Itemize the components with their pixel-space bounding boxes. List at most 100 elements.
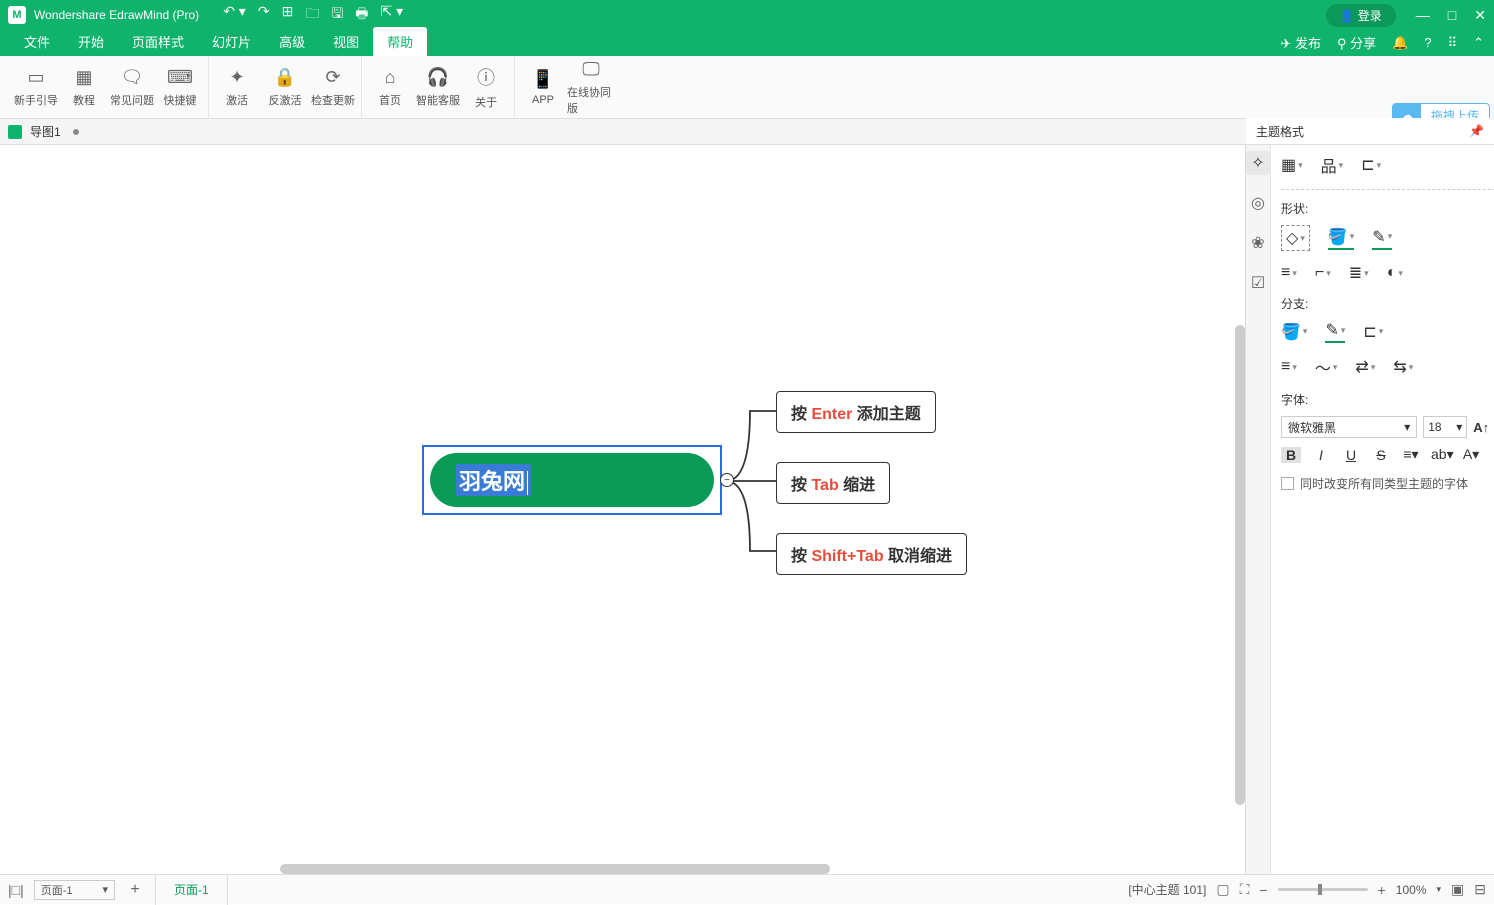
root-node-text[interactable]: 羽兔网 (456, 464, 531, 496)
menu-file[interactable]: 文件 (10, 27, 64, 56)
ribbon-deactivate[interactable]: 🔒反激活 (261, 59, 309, 115)
more-icon[interactable]: ⠿ (1448, 35, 1458, 51)
line-weight[interactable]: ≡▾ (1281, 264, 1297, 282)
branch-connector[interactable]: ⊏▾ (1363, 322, 1383, 342)
line-style[interactable]: ≣▾ (1349, 263, 1369, 283)
italic-button[interactable]: I (1311, 447, 1331, 463)
export-icon[interactable]: ⇱ ▾ (380, 3, 403, 27)
shape-select[interactable]: ◇▾ (1281, 225, 1310, 251)
layout-tool[interactable]: ▦▾ (1281, 155, 1303, 175)
menu-start[interactable]: 开始 (64, 27, 118, 56)
save-icon[interactable]: 🖫 (331, 3, 343, 27)
underline-button[interactable]: U (1341, 447, 1361, 463)
fit-icon[interactable]: ⛶ (1240, 881, 1250, 898)
pen-icon: ✎ (1325, 320, 1338, 340)
share-button[interactable]: ⚲ 分享 (1337, 33, 1376, 52)
ribbon-shortcut[interactable]: ⌨快捷键 (156, 59, 204, 115)
doc-icon (8, 125, 22, 139)
shadow-icon: ◐ (1387, 264, 1397, 282)
unsaved-dot-icon (73, 129, 79, 135)
fontcolor-button[interactable]: A▾ (1461, 446, 1481, 463)
publish-button[interactable]: ✈ 发布 (1280, 33, 1321, 52)
titlebar: M Wondershare EdrawMind (Pro) ↶ ▾ ↷ ⊞ 🗀 … (0, 0, 1494, 30)
redo-icon[interactable]: ↷ (258, 3, 270, 27)
ribbon-update[interactable]: ⟳检查更新 (309, 59, 357, 115)
font-family-select[interactable]: 微软雅黑▾ (1281, 416, 1417, 438)
fullscreen-icon[interactable]: ⊟ (1474, 881, 1486, 898)
apply-all-checkbox[interactable]: 同时改变所有同类型主题的字体 (1281, 475, 1494, 492)
zoom-slider[interactable] (1278, 888, 1368, 891)
highlight-button[interactable]: ab▾ (1431, 446, 1451, 463)
canvas[interactable]: 羽兔网 − 按 Enter 添加主题 按 Tab 缩进 按 Shift+Tab … (0, 145, 1245, 874)
scrollbar-vertical[interactable] (1235, 325, 1245, 805)
ribbon-home[interactable]: ⌂首页 (366, 59, 414, 115)
ribbon-about[interactable]: ⓘ关于 (462, 59, 510, 115)
menu-slide[interactable]: 幻灯片 (198, 27, 265, 56)
ribbon-online[interactable]: 🖵在线协同版 (567, 59, 615, 115)
minimize-icon[interactable]: — (1416, 7, 1430, 24)
menu-pagestyle[interactable]: 页面样式 (118, 27, 198, 56)
branch-fill[interactable]: 🪣▾ (1281, 322, 1307, 342)
tab-task-icon[interactable]: ☑ (1246, 271, 1270, 295)
arrow-icon: ⇄ (1355, 357, 1368, 377)
pin-icon[interactable]: 📌 (1469, 124, 1484, 138)
chat-icon: 🗨 (121, 67, 144, 88)
align-button[interactable]: ≡▾ (1401, 446, 1421, 463)
zoom-out-icon[interactable]: − (1259, 882, 1267, 898)
status-info: [中心主题 101] (1128, 881, 1206, 898)
zoom-value[interactable]: 100% (1396, 883, 1427, 897)
page-tab[interactable]: 页面-1 (155, 875, 228, 905)
page-select[interactable]: 页面-1▾ (34, 880, 115, 900)
tab-theme-icon[interactable]: ❀ (1246, 231, 1270, 255)
collapse-ribbon-icon[interactable]: ⌃ (1473, 35, 1484, 51)
phone-icon: 📱 (532, 69, 554, 90)
corner-style[interactable]: ⌐▾ (1315, 264, 1331, 282)
branch-icon: ⊏ (1361, 155, 1374, 175)
new-icon[interactable]: ⊞ (282, 3, 294, 27)
font-grow[interactable]: A↑ (1473, 420, 1489, 435)
doc-tab[interactable]: 导图1 (30, 123, 61, 140)
branch-arrow2[interactable]: ⇆▾ (1393, 357, 1413, 377)
menu-advanced[interactable]: 高级 (265, 27, 319, 56)
ribbon-tutorial[interactable]: ▦教程 (60, 59, 108, 115)
ribbon-guide[interactable]: ▭新手引导 (12, 59, 60, 115)
branch-border[interactable]: ✎▾ (1325, 320, 1345, 343)
fill-color[interactable]: 🪣▾ (1328, 227, 1354, 250)
maximize-icon[interactable]: □ (1448, 7, 1456, 24)
ribbon-faq[interactable]: 🗨常见问题 (108, 59, 156, 115)
view1-icon[interactable]: ▢ (1216, 881, 1229, 898)
workspace: 羽兔网 − 按 Enter 添加主题 按 Tab 缩进 按 Shift+Tab … (0, 145, 1494, 874)
present-icon[interactable]: ▣ (1451, 881, 1464, 898)
video-icon: ▦ (75, 67, 92, 88)
menu-help[interactable]: 帮助 (373, 27, 427, 56)
font-size-select[interactable]: 18▾ (1423, 416, 1467, 438)
zoom-in-icon[interactable]: + (1378, 882, 1386, 898)
bold-button[interactable]: B (1281, 447, 1301, 463)
open-icon[interactable]: 🗀 (305, 3, 319, 27)
notify-icon[interactable]: 🔔 (1392, 35, 1408, 51)
outline-icon[interactable]: |□| (8, 882, 24, 898)
structure-tool[interactable]: 品▾ (1321, 153, 1344, 177)
strike-button[interactable]: S (1371, 447, 1391, 463)
shadow-tool[interactable]: ◐▾ (1387, 264, 1403, 282)
ribbon-app[interactable]: 📱APP (519, 59, 567, 115)
ribbon-support[interactable]: 🎧智能客服 (414, 59, 462, 115)
scrollbar-horizontal[interactable] (280, 864, 830, 874)
tab-layout-icon[interactable]: ◎ (1246, 191, 1270, 215)
branch-weight[interactable]: ≡▾ (1281, 358, 1297, 376)
add-page-button[interactable]: + (125, 880, 145, 900)
close-icon[interactable]: ✕ (1474, 7, 1486, 24)
ribbon-activate[interactable]: ✦激活 (213, 59, 261, 115)
branch-tool[interactable]: ⊏▾ (1361, 155, 1381, 175)
branch-curve[interactable]: 〜▾ (1315, 355, 1338, 379)
help-icon[interactable]: ? (1424, 35, 1431, 50)
border-color[interactable]: ✎▾ (1372, 227, 1392, 250)
login-button[interactable]: 👤 登录 (1326, 4, 1396, 27)
menu-view[interactable]: 视图 (319, 27, 373, 56)
undo-icon[interactable]: ↶ ▾ (223, 3, 246, 27)
tab-style-icon[interactable]: ✧ (1246, 151, 1270, 175)
collapse-toggle[interactable]: − (720, 473, 734, 487)
print-icon[interactable]: 🖶 (355, 3, 368, 27)
root-node[interactable]: 羽兔网 (422, 445, 722, 515)
branch-arrow1[interactable]: ⇄▾ (1355, 357, 1375, 377)
